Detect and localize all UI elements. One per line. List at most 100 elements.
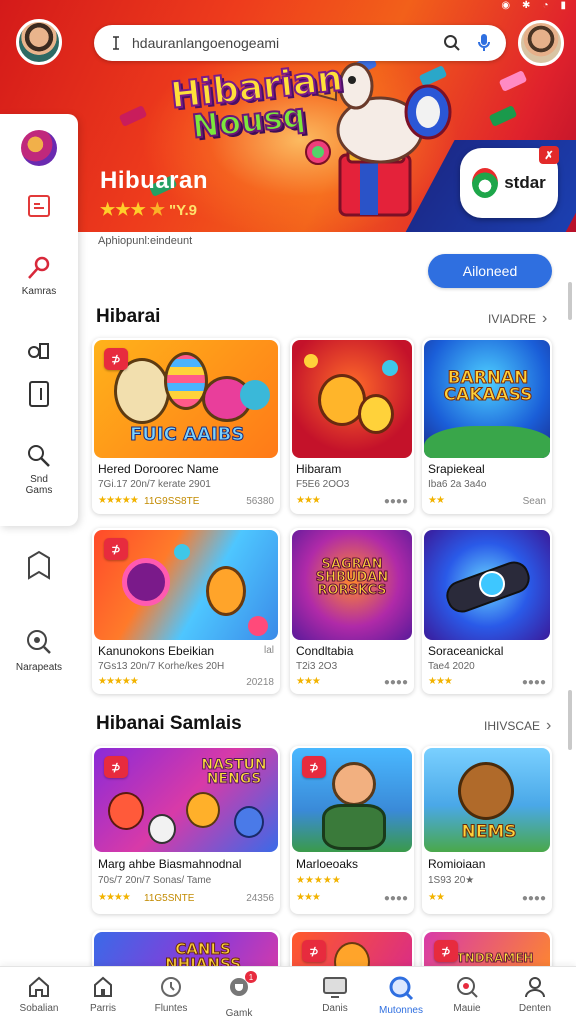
- rail-item-bookmark[interactable]: [0, 550, 78, 580]
- rail-item-kamras[interactable]: Kamras: [0, 254, 78, 297]
- game-stars: ★★★★: [98, 892, 131, 903]
- partner-close-badge[interactable]: ✗: [539, 146, 559, 164]
- person-icon: [525, 977, 545, 998]
- game-name: Marloeoaks: [296, 857, 359, 871]
- game-thumbnail: NASTUN NENGS ⊅: [94, 748, 278, 852]
- game-thumbnail: BARNAN CAKAASS: [424, 340, 550, 458]
- game-card[interactable]: BARNAN CAKAASS Srapiekeal Iba6 2a 3a4o ★…: [422, 338, 552, 514]
- game-thumbnail: [292, 340, 412, 458]
- game-card[interactable]: NASTUN NENGS ⊅ Marg ahbe Biasmahnodnal 7…: [92, 746, 280, 914]
- game-name: Srapiekeal: [428, 462, 485, 476]
- play-badge: ⊅: [302, 940, 326, 962]
- game-stars: ★★★★★: [98, 676, 139, 687]
- nav-item-sobalian[interactable]: Sobalian: [4, 975, 74, 1014]
- controller-icon: [28, 343, 49, 359]
- side-rail: Kamras Snd Gams: [0, 114, 78, 526]
- game-name: Kanunokons Ebeikian: [98, 644, 215, 658]
- section-more-link[interactable]: IVIADRE ›: [488, 310, 547, 328]
- game-aux: 20218: [246, 677, 274, 688]
- hero-rating: ★★★ ★ "Y.9: [100, 200, 197, 220]
- game-card[interactable]: SAGRAN SHBUDAN RORSKCS Condltabia T2i3 2…: [290, 528, 414, 694]
- game-stars: ★★★: [296, 495, 321, 506]
- wifi-icon: ◔: [542, 0, 549, 11]
- game-aux: 24356: [246, 893, 274, 904]
- search-icon: [389, 976, 414, 1001]
- game-meta: F5E6 2OO3: [296, 479, 350, 490]
- play-badge: ⊅: [302, 756, 326, 778]
- bottom-nav: Sobalian Parris Fluntes 1 Gamk Danis Mut…: [0, 966, 576, 1024]
- nav-item-mutonnes[interactable]: Mutonnes: [366, 975, 436, 1016]
- game-thumbnail: ⊅: [94, 530, 278, 640]
- profile-avatar-icon: [21, 130, 57, 166]
- thumb-title: NASTUN NENGS: [201, 757, 267, 787]
- section-title: Hibanai Samlais: [96, 713, 242, 734]
- hero-rating-value: "Y.9: [168, 201, 197, 219]
- game-aux: ●●●●: [521, 893, 546, 904]
- nav-label: Gamk: [225, 1008, 253, 1019]
- nav-label: Denten: [518, 1003, 552, 1014]
- scrollbar[interactable]: [568, 282, 572, 320]
- game-stars: ★★: [428, 495, 445, 506]
- game-card[interactable]: Soraceanickal Tae4 2020 ★★★ ●●●●: [422, 528, 552, 694]
- game-card[interactable]: NEMS Romioiaan 1S93 20★ ★★ ●●●●: [422, 746, 552, 914]
- rail-item-document[interactable]: [0, 194, 78, 218]
- nav-item-mauie[interactable]: Mauie: [432, 975, 502, 1014]
- profile-avatar-left[interactable]: [16, 19, 62, 65]
- hero-action-button[interactable]: Ailoneed: [428, 254, 552, 288]
- profile-avatar-right[interactable]: [518, 20, 564, 66]
- nav-item-fluntes[interactable]: Fluntes: [136, 975, 206, 1014]
- confetti: [498, 70, 528, 92]
- chevron-right-icon: ›: [542, 310, 548, 327]
- game-meta: Iba6 2a 3a4o: [428, 479, 487, 490]
- mic-icon[interactable]: [474, 33, 494, 53]
- nav-item-denten[interactable]: Denten: [500, 975, 570, 1014]
- game-name: Marg ahbe Biasmahnodnal: [98, 857, 242, 871]
- rail-item-book[interactable]: [0, 380, 78, 408]
- camera-icon: ◉: [501, 0, 511, 11]
- partner-name: stdar: [504, 173, 546, 192]
- game-stars: ★★★: [428, 676, 453, 687]
- game-meta: ★★★★★: [296, 875, 341, 886]
- game-card[interactable]: Hibaram F5E6 2OO3 ★★★ ●●●●: [290, 338, 414, 514]
- home-icon: [29, 976, 49, 997]
- game-card[interactable]: ⊅ Kanunokons Ebeikian 7Gs13 20n/7 Korhe/…: [92, 528, 280, 694]
- hero-game-logo: Hibarian Nousq: [168, 57, 346, 147]
- search-icon[interactable]: [442, 33, 462, 53]
- nav-item-gamk[interactable]: 1 Gamk: [204, 971, 274, 1019]
- game-thumbnail: SAGRAN SHBUDAN RORSKCS: [292, 530, 412, 640]
- bluetooth-icon: ✱: [522, 0, 531, 11]
- game-name: Hibaram: [296, 462, 342, 476]
- game-thumbnail: ⊅: [292, 748, 412, 852]
- thumb-title: FUIC AAIBS: [129, 424, 245, 445]
- rail-item-profile[interactable]: [0, 130, 78, 166]
- search-input[interactable]: hdauranlangoenogeami: [132, 35, 442, 51]
- status-bar: ◉ ✱ ◔ ▮: [501, 0, 566, 14]
- scrollbar-thumb[interactable]: [568, 690, 572, 750]
- game-aux: lal: [263, 645, 274, 656]
- game-card[interactable]: ⊅ Marloeoaks ★★★★★ ★★★ ●●●●: [290, 746, 414, 914]
- search-bar[interactable]: hdauranlangoenogeami: [94, 25, 506, 61]
- game-card[interactable]: FUIC AAIBS ⊅ Hered Doroorec Name 7Gi.17 …: [92, 338, 280, 514]
- game-thumbnail: NEMS: [424, 748, 550, 852]
- rail-item-controller[interactable]: [0, 338, 78, 362]
- section-more-link[interactable]: IHIVSCAE ›: [484, 717, 551, 735]
- clock-icon: [161, 977, 181, 997]
- nav-label: Fluntes: [154, 1003, 188, 1014]
- more-label: IHIVSCAE: [484, 719, 541, 733]
- confetti: [488, 105, 518, 127]
- game-name: Condltabia: [296, 644, 354, 658]
- thumb-title: TNDRAMEH: [456, 951, 534, 965]
- notification-badge: 1: [245, 971, 257, 983]
- house-icon: [94, 976, 112, 997]
- nav-label: Mauie: [453, 1003, 481, 1014]
- nav-item-parris[interactable]: Parris: [68, 975, 138, 1014]
- hero-subtitle: Aphiopunl:eindeunt: [98, 235, 193, 247]
- partner-logo-icon: [472, 168, 499, 198]
- trophy-search-icon: [457, 977, 478, 998]
- game-name: Romioiaan: [428, 857, 486, 871]
- rail-item-narapeats[interactable]: Narapeats: [0, 628, 78, 673]
- game-aux: ●●●●: [383, 677, 408, 688]
- nav-item-danis[interactable]: Danis: [300, 975, 370, 1014]
- search-icon: [28, 445, 50, 467]
- rail-item-search-games[interactable]: Snd Gams: [0, 442, 78, 496]
